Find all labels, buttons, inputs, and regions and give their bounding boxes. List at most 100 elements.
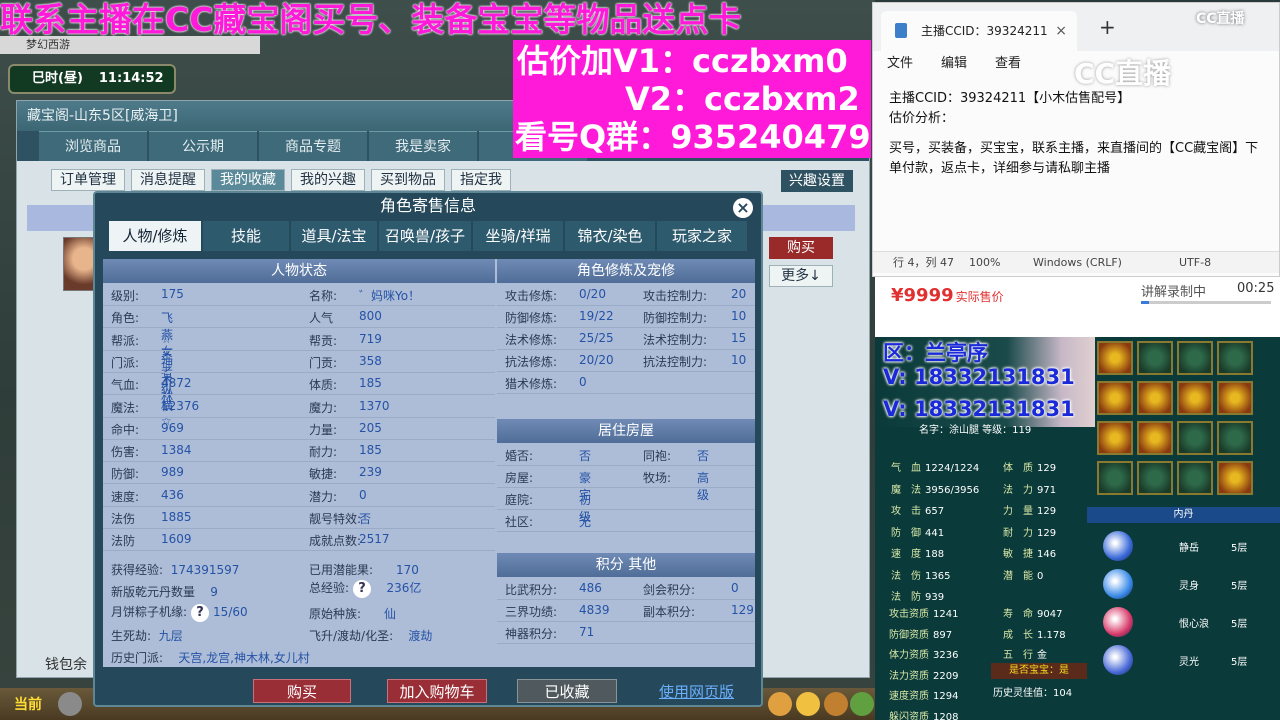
- nav-tab-browse[interactable]: 浏览商品: [39, 131, 147, 161]
- tab-character[interactable]: 人物/修炼: [109, 221, 201, 251]
- side-more-button[interactable]: 更多↓: [769, 265, 833, 287]
- info-row: 神器积分: 71: [505, 625, 595, 641]
- row-divider: [497, 349, 755, 350]
- row-divider: [497, 305, 755, 306]
- menu-edit[interactable]: 编辑: [941, 51, 967, 77]
- neidan-row[interactable]: 恨心浪 5层: [1103, 605, 1263, 641]
- status-row-right: 成就点数: 2517: [309, 532, 390, 549]
- info-row: 同袍: 否: [643, 449, 710, 463]
- current-channel-label[interactable]: 当前: [14, 694, 42, 714]
- sub-tab-favorites[interactable]: 我的收藏: [211, 169, 285, 191]
- web-version-link[interactable]: 使用网页版: [659, 681, 734, 702]
- microphone-icon[interactable]: [58, 692, 82, 716]
- tab-mounts[interactable]: 坐骑/祥瑞: [473, 221, 563, 251]
- sub-tab-designated[interactable]: 指定我: [451, 169, 511, 191]
- notepad-line: 估价分析：: [889, 111, 955, 126]
- menu-view[interactable]: 查看: [995, 51, 1021, 77]
- tab-skills[interactable]: 技能: [203, 221, 289, 251]
- neidan-row[interactable]: 灵身 5层: [1103, 567, 1263, 603]
- neidan-name: 恨心浪: [1179, 619, 1209, 630]
- skill-icon[interactable]: [1177, 381, 1213, 415]
- empty-slot-icon[interactable]: [1177, 421, 1213, 455]
- side-buy-button[interactable]: 购买: [769, 237, 833, 259]
- empty-slot-icon[interactable]: [1177, 461, 1213, 495]
- skill-icon[interactable]: [1137, 421, 1173, 455]
- sub-tab-interests[interactable]: 我的兴趣: [291, 169, 365, 191]
- skill-icon[interactable]: [1137, 381, 1173, 415]
- pet-stat: 体 质 129: [1003, 463, 1057, 474]
- pet-stat: 潜 能0: [1003, 570, 1044, 582]
- skill-icon[interactable]: [1097, 341, 1133, 375]
- pet-stat: 速 度 188: [891, 549, 945, 560]
- skill-icon[interactable]: [1097, 421, 1133, 455]
- nav-tab-topics[interactable]: 商品专题: [259, 131, 367, 161]
- empty-slot-icon[interactable]: [1217, 421, 1253, 455]
- help-icon[interactable]: ?: [191, 604, 210, 622]
- history-row: 历史门派: 天宫,龙宫,神木林,女儿村: [111, 651, 310, 665]
- tab-home[interactable]: 玩家之家: [657, 221, 747, 251]
- nav-tab-seller[interactable]: 我是卖家: [369, 131, 477, 161]
- buy-button[interactable]: 购买: [253, 679, 351, 703]
- notepad-window: 主播CCID：39324211 × + 文件 编辑 查看 主播CCID：3932…: [872, 2, 1280, 277]
- neidan-name: 灵光: [1179, 657, 1199, 668]
- row-divider: [497, 487, 755, 488]
- empty-slot-icon[interactable]: [1177, 341, 1213, 375]
- empty-slot-icon[interactable]: [1137, 341, 1173, 375]
- row-divider: [103, 416, 495, 418]
- status-row-right: 门贡: 358: [309, 353, 382, 370]
- zongzi-row: 月饼粽子机缘:? 15/60: [111, 604, 248, 622]
- nav-tab-public[interactable]: 公示期: [149, 131, 257, 161]
- status-row-right: 帮贡: 719: [309, 331, 382, 348]
- neidan-row[interactable]: 灵光 5层: [1103, 643, 1263, 679]
- smile-icon[interactable]: [796, 692, 820, 716]
- v-line-1: V: 18332131831: [883, 365, 1075, 389]
- close-icon[interactable]: ×: [733, 198, 753, 218]
- empty-slot-icon[interactable]: [1097, 461, 1133, 495]
- sub-tab-bought[interactable]: 买到物品: [371, 169, 445, 191]
- notepad-tab[interactable]: 主播CCID：39324211 ×: [881, 11, 1077, 51]
- emote-icon[interactable]: [768, 692, 792, 716]
- status-row-right: 人气 800: [309, 309, 382, 326]
- notepad-text-area[interactable]: 主播CCID：39324211【小木估售配号】 估价分析： 买号，买装备，买宝宝…: [873, 77, 1279, 179]
- neidan-orb-icon: [1103, 607, 1133, 637]
- pet-stat: 体力资质 3236: [889, 650, 959, 661]
- v-line-2: V: 18332131831: [883, 397, 1075, 421]
- row-divider: [497, 371, 755, 372]
- cultivation-panel-head: 角色修炼及宠修: [497, 259, 755, 283]
- dialog-title: 角色寄售信息: [379, 196, 476, 215]
- skill-icon[interactable]: [1217, 381, 1253, 415]
- sub-tab-messages[interactable]: 消息提醒: [131, 169, 205, 191]
- notepad-blank-line: [889, 129, 1263, 139]
- sale-price: ¥9999 实际售价: [891, 285, 1004, 306]
- close-icon[interactable]: ×: [1055, 11, 1067, 51]
- skill-icon[interactable]: [1097, 381, 1133, 415]
- status-row-left: 帮派: ☆王者纵横☆: [111, 331, 174, 428]
- role-sale-dialog: 角色寄售信息 × 人物/修炼 技能 道具/法宝 召唤兽/孩子 坐骑/祥瑞 锦衣/…: [93, 191, 763, 707]
- exp-row: 获得经验: 174391597: [111, 563, 240, 577]
- tab-items[interactable]: 道具/法宝: [291, 221, 377, 251]
- potential-row: 已用潜能果: 170: [309, 563, 419, 577]
- help-icon[interactable]: ?: [353, 580, 372, 598]
- status-row-right: 力量: 205: [309, 420, 382, 437]
- pet-stat: 攻 击 657: [891, 506, 945, 517]
- interest-settings-button[interactable]: 兴趣设置: [781, 170, 853, 192]
- neidan-row[interactable]: 静岳 5层: [1103, 529, 1263, 565]
- plus-icon[interactable]: +: [1099, 15, 1116, 39]
- add-to-cart-button[interactable]: 加入购物车: [387, 679, 487, 703]
- fly-row: 飞升/渡劫/化圣: 渡劫: [309, 629, 433, 643]
- skill-icon[interactable]: [1217, 461, 1253, 495]
- tab-costumes[interactable]: 锦衣/染色: [565, 221, 655, 251]
- sub-tab-orders[interactable]: 订单管理: [51, 169, 125, 191]
- system-icon[interactable]: [850, 692, 874, 716]
- status-row-right: 名称: ゛妈咪Yo！: [309, 289, 421, 303]
- status-eol: Windows (CRLF): [1033, 256, 1122, 269]
- neidan-orb-icon: [1103, 531, 1133, 561]
- race-row: 原始种族: 仙: [309, 607, 396, 621]
- empty-slot-icon[interactable]: [1137, 461, 1173, 495]
- friend-icon[interactable]: [824, 692, 848, 716]
- tab-pets[interactable]: 召唤兽/孩子: [379, 221, 471, 251]
- collected-button[interactable]: 已收藏: [517, 679, 617, 703]
- menu-file[interactable]: 文件: [887, 51, 913, 77]
- status-row-right: 敏捷: 239: [309, 465, 382, 482]
- empty-slot-icon[interactable]: [1217, 341, 1253, 375]
